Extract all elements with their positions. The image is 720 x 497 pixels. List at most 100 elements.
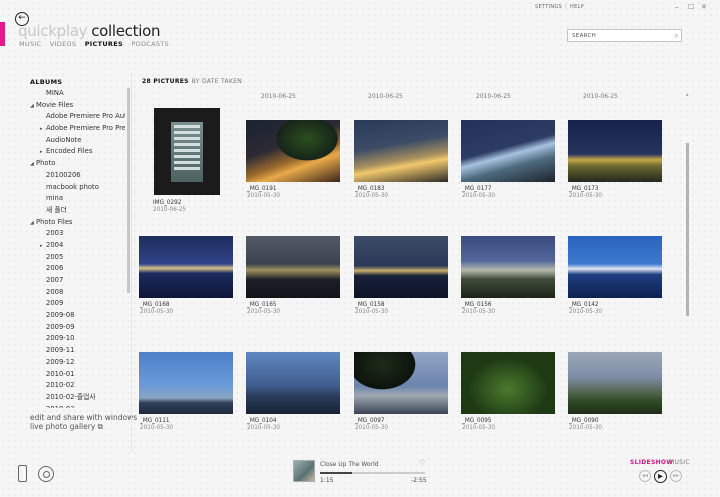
album-item[interactable]: 2006 xyxy=(30,263,125,275)
photo-caption: _MG_0183 2010-05-30 xyxy=(355,186,388,200)
search-input[interactable]: SEARCH ⌕ xyxy=(567,29,682,42)
album-item[interactable]: macbook photo xyxy=(30,182,125,194)
settings-link[interactable]: SETTINGS xyxy=(535,4,562,10)
album-item[interactable]: AudioNote xyxy=(30,135,125,147)
album-item[interactable]: 2007 xyxy=(30,275,125,287)
album-item[interactable]: MINA xyxy=(30,88,125,100)
scroll-up-icon[interactable]: ▴ xyxy=(686,92,689,98)
photo-name: _MG_0168 xyxy=(140,302,170,308)
photo-name: _MG_0104 xyxy=(247,418,277,424)
previous-button[interactable]: ◂◂ xyxy=(639,470,651,482)
link-separator: | xyxy=(565,4,568,10)
photo-thumbnail[interactable] xyxy=(461,120,555,182)
next-button[interactable]: ▸▸ xyxy=(670,470,682,482)
tab-podcasts[interactable]: PODCASTS xyxy=(131,40,169,48)
grid-scrollbar[interactable] xyxy=(686,143,689,316)
divider xyxy=(131,72,132,452)
photo-thumbnail[interactable] xyxy=(354,120,448,182)
album-item[interactable]: 2009-10 xyxy=(30,333,125,345)
photo-thumbnail[interactable] xyxy=(354,236,448,298)
album-label: 2009-12 xyxy=(46,357,75,366)
photo-thumbnail[interactable] xyxy=(461,236,555,298)
photo-thumbnail[interactable] xyxy=(246,120,340,182)
album-item[interactable]: Adobe Premiere Pro Auto-Save xyxy=(30,111,125,123)
album-item[interactable]: 2009 xyxy=(30,298,125,310)
album-item[interactable]: 2008 xyxy=(30,287,125,299)
photo-caption: _MG_0173 2010-05-30 xyxy=(569,186,602,200)
edit-share-link[interactable]: edit and share with windows live photo g… xyxy=(30,413,140,431)
minimize-icon[interactable]: ⎯ xyxy=(675,3,679,12)
disc-icon[interactable] xyxy=(38,466,54,482)
album-label: 2003 xyxy=(46,229,64,238)
tab-music[interactable]: MUSIC xyxy=(19,40,41,48)
slideshow-button[interactable]: SLIDESHOW xyxy=(630,459,673,466)
album-item[interactable]: ◢ Photo Files xyxy=(30,217,125,229)
album-label: Photo Files xyxy=(36,217,73,226)
album-item[interactable]: 2005 xyxy=(30,252,125,264)
album-art[interactable] xyxy=(293,460,315,482)
album-item[interactable]: mina xyxy=(30,193,125,205)
album-label: 2009-09 xyxy=(46,322,75,331)
photo-name: _MG_0111 xyxy=(140,418,170,424)
album-label: 2009 xyxy=(46,299,64,308)
photo-thumbnail[interactable] xyxy=(246,236,340,298)
album-item[interactable]: 새 폴더 xyxy=(30,205,125,217)
album-item[interactable]: 2010-02-졸업사 xyxy=(30,392,125,404)
album-item[interactable]: 2010-01 xyxy=(30,369,125,381)
photo-date: 2010-05-30 xyxy=(355,193,389,199)
photo-thumbnail[interactable] xyxy=(139,352,233,414)
photo-caption: _MG_0168 2010-05-30 xyxy=(140,302,173,316)
picture-count-label: 28 PICTURES xyxy=(142,78,189,85)
photo-thumbnail[interactable] xyxy=(354,352,448,414)
music-button[interactable]: MUSIC xyxy=(669,459,690,466)
sidebar-scrollbar[interactable] xyxy=(127,88,130,293)
photo-thumbnail[interactable] xyxy=(568,120,662,182)
album-item[interactable]: 2003 xyxy=(30,228,125,240)
album-item[interactable]: ◢ Photo xyxy=(30,158,125,170)
photo-name: _MG_0095 xyxy=(462,418,492,424)
photo-name: _MG_0090 xyxy=(569,418,599,424)
heart-icon[interactable]: ♡ xyxy=(419,459,425,467)
photo-thumbnail[interactable] xyxy=(246,352,340,414)
album-item[interactable]: 20100206 xyxy=(30,170,125,182)
album-item[interactable]: 2009-08 xyxy=(30,310,125,322)
album-label: 2009-10 xyxy=(46,334,75,343)
album-item[interactable]: ◢ Movie Files xyxy=(30,100,125,112)
album-label: 2009-11 xyxy=(46,346,75,355)
photo-thumbnail[interactable] xyxy=(568,236,662,298)
device-icon[interactable] xyxy=(18,465,27,482)
play-button[interactable]: ▶ xyxy=(654,470,667,483)
close-icon[interactable]: ✕ xyxy=(701,3,707,11)
photo-thumbnail[interactable] xyxy=(154,108,220,195)
photo-name: _MG_0142 xyxy=(569,302,599,308)
photo-thumbnail[interactable] xyxy=(139,236,233,298)
maximize-icon[interactable]: ☐ xyxy=(688,3,694,11)
album-item[interactable]: 2009-09 xyxy=(30,322,125,334)
search-placeholder: SEARCH xyxy=(572,33,597,39)
date-header: 2010-06-25 xyxy=(368,93,403,100)
photo-date: 2010-05-30 xyxy=(355,425,389,431)
tab-videos[interactable]: VIDEOS xyxy=(50,40,77,48)
photo-thumbnail[interactable] xyxy=(461,352,555,414)
album-label: 2004 xyxy=(46,240,64,249)
album-item[interactable]: 2009-12 xyxy=(30,357,125,369)
photo-caption: _MG_0111 2010-05-30 xyxy=(140,418,173,432)
progress-fill xyxy=(320,472,352,474)
photo-date: 2010-06-25 xyxy=(153,207,187,213)
album-label: 2008 xyxy=(46,287,64,296)
album-item[interactable]: 2010-03 xyxy=(30,404,125,408)
photo-thumbnail[interactable] xyxy=(568,352,662,414)
help-link[interactable]: HELP xyxy=(570,4,584,10)
sort-label[interactable]: BY DATE TAKEN xyxy=(192,78,242,85)
album-tree: MINA ◢Movie FilesAdobe Premiere Pro Auto-… xyxy=(30,88,125,408)
album-label: Movie Files xyxy=(36,100,74,109)
album-item[interactable]: ▸ 2004 xyxy=(30,240,125,252)
search-icon[interactable]: ⌕ xyxy=(674,31,679,41)
tab-pictures[interactable]: PICTURES xyxy=(85,40,123,48)
album-item[interactable]: 2009-11 xyxy=(30,345,125,357)
album-label: 2010-03 xyxy=(46,405,74,408)
album-item[interactable]: ▸ Encoded Files xyxy=(30,146,125,158)
photo-name: _MG_0191 xyxy=(247,186,277,192)
album-item[interactable]: ▸Adobe Premiere Pro Preview Files xyxy=(30,123,125,135)
album-item[interactable]: 2010-02 xyxy=(30,380,125,392)
